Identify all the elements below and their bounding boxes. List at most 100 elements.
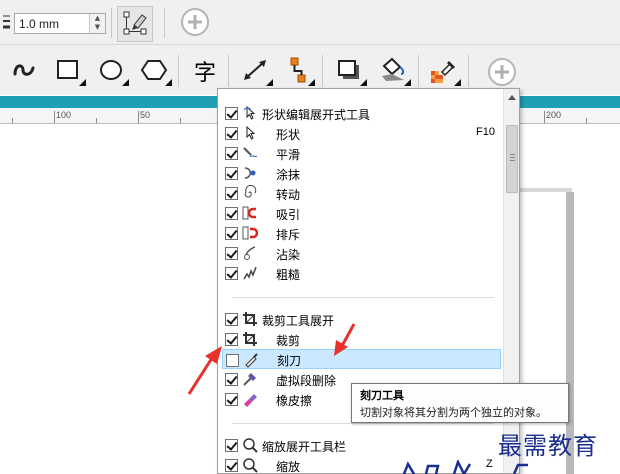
menu-item-label: 裁剪 bbox=[276, 334, 301, 348]
menu-item-label: 虚拟段删除 bbox=[276, 374, 337, 388]
edit-nodes-icon bbox=[122, 10, 148, 39]
menu-item-knife[interactable]: 刻刀 bbox=[222, 349, 501, 369]
fill-tool-button[interactable] bbox=[376, 54, 411, 88]
checkbox[interactable] bbox=[225, 267, 238, 280]
flyout-corner-icon bbox=[308, 79, 315, 86]
menu-item-label: 涂抹 bbox=[276, 168, 301, 182]
toolbar-divider bbox=[228, 55, 229, 87]
checkbox[interactable] bbox=[225, 247, 238, 260]
flyout-corner-icon bbox=[404, 79, 411, 86]
menu-item-label: 吸引 bbox=[276, 208, 301, 222]
flyout-corner-icon bbox=[79, 79, 86, 86]
checkbox[interactable] bbox=[225, 167, 238, 180]
menu-item-repel[interactable]: 排斥 bbox=[218, 223, 502, 243]
add-icon bbox=[180, 7, 210, 40]
menu-item-label: 排斥 bbox=[276, 228, 301, 242]
flyout-corner-icon bbox=[266, 79, 273, 86]
toolbar-divider bbox=[322, 55, 323, 87]
dimension-tool-button[interactable] bbox=[238, 54, 273, 88]
eyedropper-tool-button[interactable] bbox=[426, 54, 461, 88]
menu-separator bbox=[232, 423, 494, 424]
freehand-tool-button[interactable] bbox=[8, 54, 42, 88]
add-toolbar-item-button[interactable] bbox=[180, 7, 210, 40]
knife-tool-tooltip: 刻刀工具 切割对象将其分割为两个独立的对象。 bbox=[351, 383, 569, 423]
smooth-icon bbox=[242, 145, 258, 161]
text-tool-button[interactable]: 字 bbox=[188, 54, 222, 88]
outline-width-input[interactable]: 1.0 mm ▲ ▼ bbox=[14, 13, 106, 34]
text-tool-icon: 字 bbox=[193, 61, 216, 86]
checkbox[interactable] bbox=[225, 187, 238, 200]
checkbox[interactable] bbox=[226, 354, 239, 367]
pen-width-icon bbox=[0, 14, 12, 32]
spin-down-icon[interactable]: ▼ bbox=[90, 23, 105, 32]
checkbox[interactable] bbox=[225, 207, 238, 220]
menu-item-zoom-flyout[interactable]: 缩放展开工具栏 bbox=[218, 435, 502, 455]
outline-width-spinner[interactable]: ▲ ▼ bbox=[89, 14, 105, 33]
ruler-tick bbox=[180, 118, 181, 123]
toolbar-divider bbox=[468, 55, 469, 87]
property-bar: 1.0 mm ▲ ▼ bbox=[0, 0, 620, 45]
toolbar-divider bbox=[164, 8, 165, 38]
connector-tool-button[interactable] bbox=[280, 54, 315, 88]
ruler-label: 200 bbox=[546, 110, 562, 120]
menu-item-shape[interactable]: 形状 F10 bbox=[218, 123, 502, 143]
ruler-tick bbox=[12, 118, 13, 123]
menu-item-smudge[interactable]: 沾染 bbox=[218, 243, 502, 263]
scroll-up-icon[interactable] bbox=[508, 95, 516, 100]
checkbox[interactable] bbox=[225, 393, 238, 406]
ruler-tick bbox=[138, 111, 139, 123]
shape-tool-icon bbox=[242, 125, 258, 141]
menu-item-twirl[interactable]: 转动 bbox=[218, 183, 502, 203]
connector-icon bbox=[284, 56, 310, 87]
menu-item-label: 沾染 bbox=[276, 248, 301, 262]
menu-item-smooth[interactable]: 平滑 bbox=[218, 143, 502, 163]
ruler-tick bbox=[96, 118, 97, 123]
ellipse-tool-button[interactable] bbox=[94, 54, 129, 88]
add-icon bbox=[487, 57, 517, 90]
menu-item-shape-flyout[interactable]: 形状编辑展开式工具 bbox=[218, 103, 502, 123]
menu-item-smear[interactable]: 涂抹 bbox=[218, 163, 502, 183]
menu-item-label: 平滑 bbox=[276, 148, 301, 162]
checkbox[interactable] bbox=[225, 313, 238, 326]
shape-flyout-icon bbox=[242, 105, 258, 121]
menu-item-crop[interactable]: 裁剪 bbox=[218, 329, 502, 349]
checkbox[interactable] bbox=[225, 333, 238, 346]
menu-item-crop-flyout[interactable]: 裁剪工具展开 bbox=[218, 309, 502, 329]
checkbox[interactable] bbox=[225, 227, 238, 240]
spin-up-icon[interactable]: ▲ bbox=[90, 14, 105, 23]
menu-separator bbox=[232, 297, 494, 298]
checkbox[interactable] bbox=[225, 107, 238, 120]
checkbox[interactable] bbox=[225, 373, 238, 386]
flyout-corner-icon bbox=[122, 79, 129, 86]
drop-shadow-icon bbox=[335, 57, 363, 86]
edit-nodes-button[interactable] bbox=[117, 6, 153, 42]
roughen-icon bbox=[242, 265, 258, 281]
menu-item-label: 橡皮擦 bbox=[276, 394, 313, 408]
add-tool-button[interactable] bbox=[485, 56, 519, 90]
polygon-tool-button[interactable] bbox=[137, 54, 172, 88]
toolbar-divider bbox=[418, 55, 419, 87]
menu-item-label: 缩放展开工具栏 bbox=[262, 440, 347, 454]
ruler-tick bbox=[54, 111, 55, 123]
menu-item-label: 缩放 bbox=[276, 460, 301, 474]
menu-item-attract[interactable]: 吸引 bbox=[218, 203, 502, 223]
scrollbar-thumb[interactable] bbox=[506, 125, 518, 193]
tooltip-title: 刻刀工具 bbox=[360, 389, 404, 402]
rectangle-tool-button[interactable] bbox=[51, 54, 86, 88]
grip-line bbox=[510, 160, 515, 161]
virtual-segment-delete-icon bbox=[242, 371, 258, 387]
checkbox[interactable] bbox=[225, 127, 238, 140]
twirl-icon bbox=[242, 185, 258, 201]
drop-shadow-tool-button[interactable] bbox=[332, 54, 367, 88]
smudge-icon bbox=[242, 245, 258, 261]
crop-icon bbox=[242, 331, 258, 347]
dimension-icon bbox=[241, 57, 269, 86]
toolbar-divider bbox=[178, 55, 179, 87]
checkbox[interactable] bbox=[225, 147, 238, 160]
menu-item-roughen[interactable]: 粗糙 bbox=[218, 263, 502, 283]
menu-item-label: 形状编辑展开式工具 bbox=[262, 108, 371, 122]
watermark-fragment bbox=[394, 460, 554, 474]
checkbox[interactable] bbox=[225, 439, 238, 452]
checkbox[interactable] bbox=[225, 459, 238, 472]
ellipse-icon bbox=[98, 58, 124, 85]
